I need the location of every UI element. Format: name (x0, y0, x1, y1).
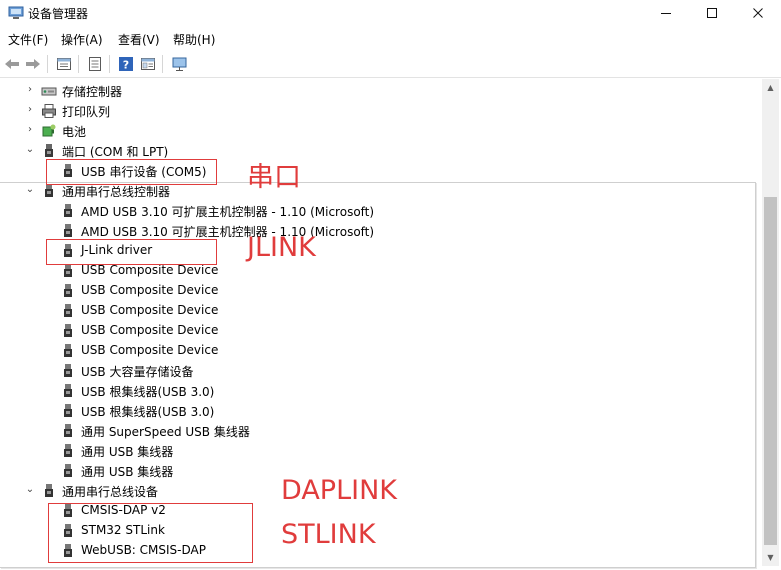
tree-item-usb-controller[interactable]: USB Composite Device (0, 281, 760, 301)
tree-item-usb-controller[interactable]: USB 大容量存储设备 (0, 361, 760, 381)
tree-label: 打印队列 (62, 105, 111, 119)
toolbar-separator (109, 55, 110, 73)
tree-node-ports[interactable]: ⌄ 端口 (COM 和 LPT) (0, 141, 760, 161)
usb-connector-icon (60, 223, 76, 239)
forward-icon[interactable] (23, 54, 43, 74)
battery-icon (41, 123, 57, 139)
usb-connector-icon (41, 183, 57, 199)
device-manager-icon (8, 6, 24, 20)
annotation-box-serial (46, 159, 217, 185)
usb-connector-icon (60, 263, 76, 279)
port-connector-icon (41, 143, 57, 159)
tree-label: USB Composite Device (81, 323, 219, 337)
tree-label: 通用 SuperSpeed USB 集线器 (81, 425, 250, 439)
tree-label: USB 大容量存储设备 (81, 365, 194, 379)
usb-connector-icon (60, 343, 76, 359)
tree-item-usb-controller[interactable]: AMD USB 3.10 可扩展主机控制器 - 1.10 (Microsoft) (0, 201, 760, 221)
maximize-button[interactable] (689, 0, 735, 26)
tree-label: USB 根集线器(USB 3.0) (81, 385, 215, 399)
tree-label: 通用串行总线控制器 (62, 185, 171, 199)
tree-label: AMD USB 3.10 可扩展主机控制器 - 1.10 (Microsoft) (81, 225, 375, 239)
tree-item-usb-controller[interactable]: 通用 SuperSpeed USB 集线器 (0, 421, 760, 441)
scroll-down-icon[interactable]: ▼ (762, 549, 779, 566)
menu-file[interactable]: 文件(F) (8, 31, 48, 48)
close-button[interactable] (735, 0, 781, 26)
tree-label: 存储控制器 (62, 85, 123, 99)
tree-node-print-queues[interactable]: › 打印队列 (0, 101, 760, 121)
tree-label: USB Composite Device (81, 263, 219, 277)
tree-label: 通用串行总线设备 (62, 485, 159, 499)
tree-item-usb-controller[interactable]: USB 根集线器(USB 3.0) (0, 401, 760, 421)
tree-node-storage-controllers[interactable]: › 存储控制器 (0, 81, 760, 101)
tree-item-usb-controller[interactable]: 通用 USB 集线器 (0, 441, 760, 461)
annotation-box-jlink (46, 239, 217, 265)
annotation-jlink: JLINK (247, 232, 316, 263)
scrollbar-thumb[interactable] (764, 197, 777, 545)
tree-item-usb-controller[interactable]: USB 根集线器(USB 3.0) (0, 381, 760, 401)
window-title: 设备管理器 (28, 7, 89, 21)
properties-icon[interactable] (54, 54, 74, 74)
tree-label: 电池 (62, 125, 87, 139)
chevron-right-icon[interactable]: › (25, 125, 35, 135)
usb-connector-icon (60, 283, 76, 299)
tree-item-usb-controller[interactable]: USB Composite Device (0, 301, 760, 321)
chevron-down-icon[interactable]: ⌄ (25, 185, 35, 195)
menu-action[interactable]: 操作(A) (61, 31, 103, 48)
chevron-down-icon[interactable]: ⌄ (25, 145, 35, 155)
tree-label: USB Composite Device (81, 283, 219, 297)
back-icon[interactable] (2, 54, 22, 74)
usb-connector-icon (60, 403, 76, 419)
toolbar-separator (47, 55, 48, 73)
tree-item-usb-controller[interactable]: AMD USB 3.10 可扩展主机控制器 - 1.10 (Microsoft) (0, 221, 760, 241)
toolbar-separator (162, 55, 163, 73)
chevron-right-icon[interactable]: › (25, 85, 35, 95)
usb-connector-icon (60, 383, 76, 399)
usb-connector-icon (60, 323, 76, 339)
tree-label: USB 根集线器(USB 3.0) (81, 405, 215, 419)
printer-icon (41, 103, 57, 119)
tree-label: USB Composite Device (81, 303, 219, 317)
chevron-down-icon[interactable]: ⌄ (25, 485, 35, 495)
tree-label: USB Composite Device (81, 343, 219, 357)
title-bar: 设备管理器 (0, 0, 781, 28)
vertical-scrollbar[interactable]: ▲ ▼ (762, 79, 779, 566)
minimize-button[interactable] (643, 0, 689, 26)
menu-bar: 文件(F) 操作(A) 查看(V) 帮助(H) (0, 28, 781, 50)
svg-text:?: ? (123, 59, 129, 72)
tree-item-usb-controller[interactable]: USB Composite Device (0, 321, 760, 341)
usb-connector-icon (60, 463, 76, 479)
usb-connector-icon (41, 483, 57, 499)
tree-label: 通用 USB 集线器 (81, 445, 174, 459)
annotation-stlink: STLINK (281, 519, 376, 550)
toolbar: ? (0, 50, 781, 78)
usb-connector-icon (60, 423, 76, 439)
tree-label: AMD USB 3.10 可扩展主机控制器 - 1.10 (Microsoft) (81, 205, 375, 219)
toolbar-separator (78, 55, 79, 73)
usb-connector-icon (60, 443, 76, 459)
monitor-icon[interactable] (170, 54, 190, 74)
tree-item-usb-controller[interactable]: USB Composite Device (0, 341, 760, 361)
menu-help[interactable]: 帮助(H) (173, 31, 215, 48)
tree-node-battery[interactable]: › 电池 (0, 121, 760, 141)
usb-connector-icon (60, 203, 76, 219)
storage-controller-icon (41, 83, 57, 99)
tree-label: 端口 (COM 和 LPT) (62, 145, 169, 159)
annotation-box-daplink-stlink (48, 503, 253, 563)
menu-view[interactable]: 查看(V) (118, 31, 160, 48)
usb-connector-icon (60, 363, 76, 379)
help-icon[interactable]: ? (116, 54, 136, 74)
usb-connector-icon (60, 303, 76, 319)
scroll-up-icon[interactable]: ▲ (762, 79, 779, 96)
tree-label: 通用 USB 集线器 (81, 465, 174, 479)
chevron-right-icon[interactable]: › (25, 105, 35, 115)
annotation-daplink: DAPLINK (281, 475, 397, 506)
annotation-serial: 串口 (247, 162, 301, 193)
grid-icon[interactable] (138, 54, 158, 74)
list-icon[interactable] (85, 54, 105, 74)
